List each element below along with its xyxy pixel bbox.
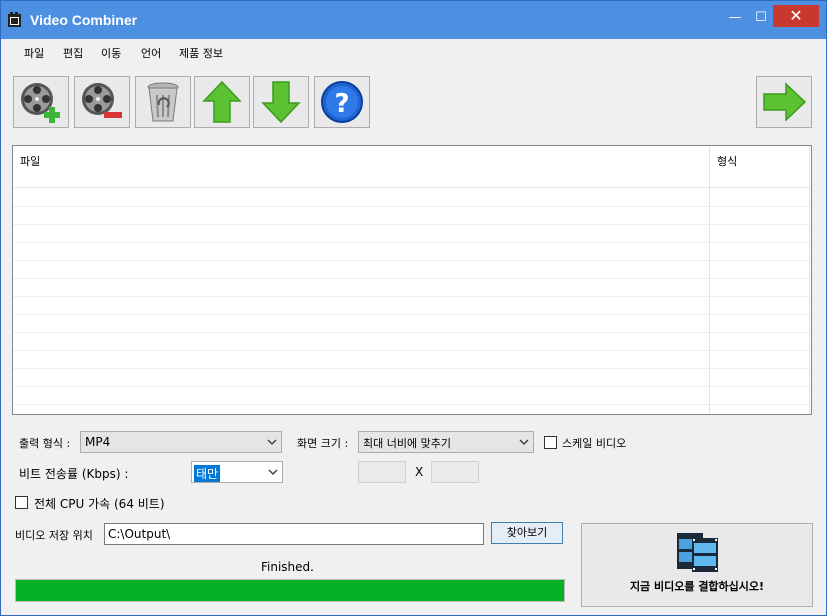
grid-line [13,314,811,315]
bitrate-select[interactable]: 태만 [191,461,283,483]
menu-bar: 파일 편집 이동 언어 제품 정보 [1,39,826,65]
browse-button[interactable]: 찾아보기 [491,522,563,544]
output-format-value: MP4 [85,435,111,449]
column-divider [709,146,710,414]
app-film-icon [8,12,21,27]
close-button[interactable]: ✕ [773,5,819,27]
bitrate-label: 비트 전송률 (Kbps) : [19,467,129,481]
title-bar[interactable]: Video Combiner — ☐ ✕ [1,1,826,39]
minimize-button[interactable]: — [721,2,749,36]
film-reel-plus-icon [21,83,60,123]
file-list-header: 파일 형식 [13,146,811,188]
arrow-right-icon [763,82,807,122]
grid-line [13,278,811,279]
menu-edit[interactable]: 편집 [63,45,83,61]
save-location-value: C:\Output\ [108,527,171,541]
scale-video-checkbox[interactable] [544,436,557,449]
chevron-down-icon [268,469,278,475]
progress-fill [16,580,564,601]
app-window: Video Combiner — ☐ ✕ 파일 편집 이동 언어 제품 정보 ?… [0,0,827,616]
menu-about[interactable]: 제품 정보 [179,45,223,61]
grid-line [13,224,811,225]
move-up-button[interactable] [194,76,250,128]
grid-line [13,386,811,387]
menu-language[interactable]: 언어 [141,45,161,61]
width-input[interactable] [358,461,406,483]
screen-size-label: 화면 크기 : [297,437,349,450]
next-button[interactable] [756,76,812,128]
film-strip-icon [677,533,718,572]
maximize-button[interactable]: ☐ [747,2,775,36]
grid-line [13,350,811,351]
svg-text:?: ? [334,89,349,119]
grid-line [13,404,811,405]
arrow-down-icon [261,81,301,124]
grid-line [13,296,811,297]
bitrate-value: 태만 [194,465,221,482]
combine-videos-label: 지금 비디오를 결합하십시오! [629,580,765,593]
add-video-button[interactable] [13,76,69,128]
column-file-header[interactable]: 파일 [20,153,40,169]
combine-videos-button[interactable]: 지금 비디오를 결합하십시오! [581,523,813,607]
help-button[interactable]: ? [314,76,370,128]
arrow-up-icon [202,80,242,123]
chevron-down-icon [267,439,277,445]
output-format-select[interactable]: MP4 [80,431,282,453]
save-location-label: 비디오 저장 위치 [15,529,93,542]
screen-size-value: 최대 너비에 맞추기 [363,437,451,450]
grid-line [13,260,811,261]
save-location-input[interactable]: C:\Output\ [104,523,484,545]
cpu-acceleration-checkbox[interactable] [15,496,28,509]
column-format-header[interactable]: 형식 [717,153,737,169]
height-input[interactable] [431,461,479,483]
menu-file[interactable]: 파일 [24,45,44,61]
film-reel-minus-icon [82,83,122,118]
window-title: Video Combiner [30,12,138,28]
status-text: Finished. [261,560,314,574]
progress-bar [15,579,565,602]
cpu-acceleration-label: 전체 CPU 가속 (64 비트) [34,497,165,511]
screen-size-select[interactable]: 최대 너비에 맞추기 [358,431,534,453]
recycle-bin-icon [147,82,179,122]
grid-line [13,368,811,369]
remove-video-button[interactable] [74,76,130,128]
scale-video-label: 스케일 비디오 [562,437,627,450]
grid-line [13,242,811,243]
chevron-down-icon [519,439,529,445]
menu-move[interactable]: 이동 [101,45,121,61]
question-icon: ? [321,81,363,123]
column-divider [809,146,810,414]
move-down-button[interactable] [253,76,309,128]
grid-line [13,206,811,207]
clear-list-button[interactable] [135,76,191,128]
size-separator: X [415,465,424,479]
file-list[interactable]: 파일 형식 [12,145,812,415]
output-format-label: 출력 형식 : [19,437,71,450]
grid-line [13,332,811,333]
